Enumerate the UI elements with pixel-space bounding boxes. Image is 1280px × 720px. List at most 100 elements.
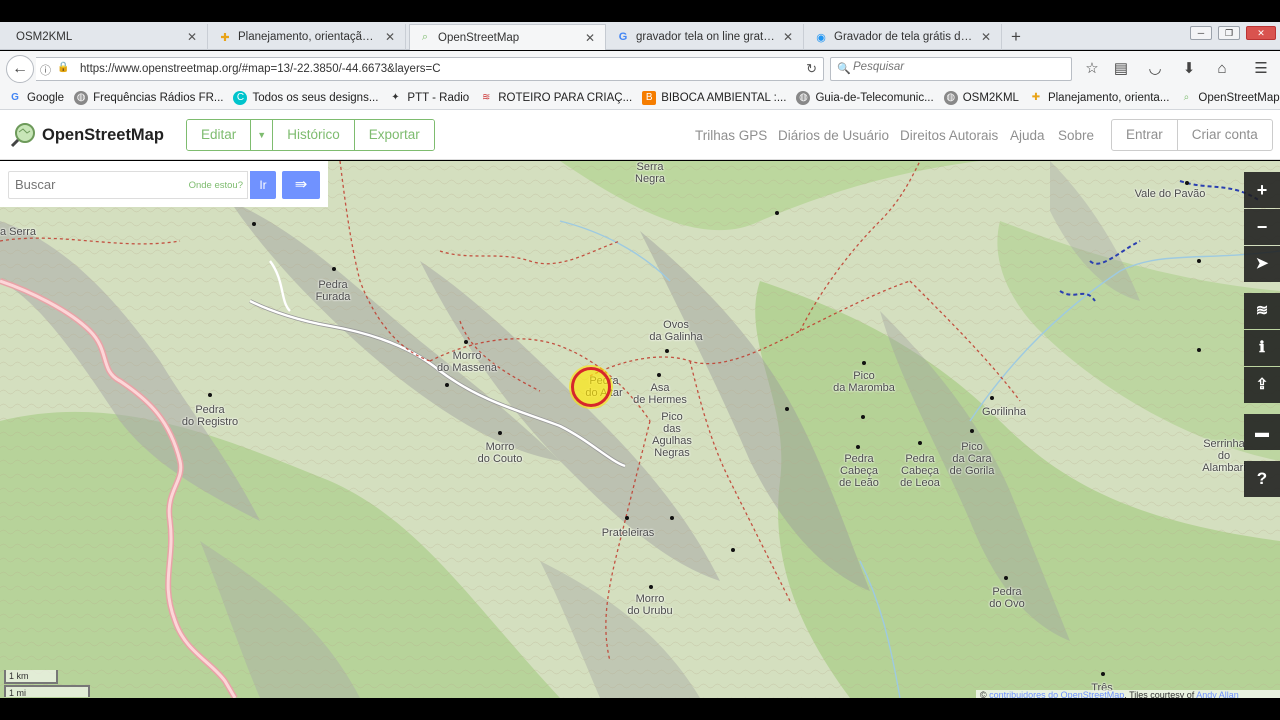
map-key-button[interactable]: ℹ bbox=[1244, 330, 1280, 366]
canva-icon: C bbox=[233, 90, 248, 105]
map-label-vale-do-pavao: Vale do Pavão bbox=[1134, 188, 1206, 200]
bookmark-ptt-radio[interactable]: ✦ PTT - Radio bbox=[388, 91, 469, 105]
peak-marker bbox=[785, 407, 789, 411]
minus-icon: − bbox=[1256, 217, 1268, 237]
globe-icon: ◍ bbox=[74, 90, 89, 105]
link-about[interactable]: Sobre bbox=[1058, 128, 1094, 143]
tab-gravador[interactable]: G gravador tela on line gratis - ✕ bbox=[608, 24, 804, 50]
export-button[interactable]: Exportar bbox=[354, 120, 434, 150]
map-label-gorilinha: Gorilinha bbox=[981, 406, 1027, 418]
bookmark-guia-telecom[interactable]: ◍ Guia-de-Telecomunic... bbox=[796, 90, 934, 105]
bookmark-planejamento[interactable]: ✚ Planejamento, orienta... bbox=[1029, 91, 1170, 105]
osm-logo-icon[interactable] bbox=[10, 122, 36, 148]
bookmark-label: PTT - Radio bbox=[407, 91, 470, 104]
bookmark-google[interactable]: G Google bbox=[8, 91, 64, 105]
menu-icon[interactable]: ☰ bbox=[1252, 60, 1270, 78]
directions-icon: ⇛ bbox=[294, 176, 308, 193]
close-icon[interactable]: ✕ bbox=[979, 30, 993, 44]
edit-button[interactable]: Editar bbox=[187, 120, 252, 150]
share-button[interactable]: ⇪ bbox=[1244, 367, 1280, 403]
map-canvas[interactable]: Serra Negra Vale do Pavão a Serra Pedra … bbox=[0, 161, 1280, 698]
close-icon[interactable]: ✕ bbox=[583, 31, 597, 45]
directions-button[interactable]: ⇛ bbox=[282, 171, 320, 199]
browser-search-input[interactable] bbox=[853, 61, 1063, 73]
tab-title: Planejamento, orientação e n bbox=[238, 31, 379, 43]
tab-title: OpenStreetMap bbox=[438, 31, 520, 44]
login-button[interactable]: Entrar bbox=[1112, 120, 1178, 150]
edit-button-group: Editar ▼ Histórico Exportar bbox=[186, 119, 435, 151]
scale-km: 1 km bbox=[4, 670, 58, 684]
map-label-a-serra: a Serra bbox=[0, 226, 37, 238]
map-label-morro-do-massena: Morro do Massena bbox=[437, 350, 497, 374]
close-window-button[interactable]: ✕ bbox=[1246, 26, 1276, 40]
attribution-link[interactable]: contribuidores do OpenStreetMap bbox=[989, 690, 1124, 698]
bookmark-label: Guia-de-Telecomunic... bbox=[815, 91, 934, 104]
minimize-button[interactable]: ─ bbox=[1190, 26, 1212, 40]
peak-marker bbox=[731, 548, 735, 552]
zoom-in-button[interactable]: + bbox=[1244, 172, 1280, 208]
reading-list-icon[interactable]: ▤ bbox=[1112, 60, 1130, 78]
search-input[interactable] bbox=[15, 177, 175, 192]
signup-button[interactable]: Criar conta bbox=[1178, 120, 1272, 150]
bookmark-biboca[interactable]: B BIBOCA AMBIENTAL :... bbox=[642, 90, 787, 105]
url-bar[interactable]: ⓘ 🔒 https://www.openstreetmap.org/#map=1… bbox=[36, 57, 824, 81]
map-label-pico-da-maromba: Pico da Maromba bbox=[833, 370, 895, 394]
pocket-icon[interactable]: ◡ bbox=[1146, 60, 1164, 78]
peak-marker bbox=[649, 585, 653, 589]
tab-apowersoft[interactable]: ◉ Gravador de tela grátis da Ap ✕ bbox=[806, 24, 1002, 50]
go-button[interactable]: Ir bbox=[250, 171, 276, 199]
map-label-ovos-da-galinha: Ovos da Galinha bbox=[649, 319, 703, 343]
chevron-down-icon[interactable]: ▼ bbox=[251, 120, 274, 150]
browser-search-bar[interactable]: 🔍 bbox=[830, 57, 1072, 81]
attribution-suffix: . Tiles courtesy of bbox=[1124, 690, 1197, 698]
bookmark-canva[interactable]: C Todos os seus designs... bbox=[233, 90, 378, 105]
attribution-link-tiles[interactable]: Andy Allan bbox=[1196, 690, 1239, 698]
peak-marker bbox=[918, 441, 922, 445]
map-label-morro-do-urubu: Morro do Urubu bbox=[627, 593, 673, 617]
apowersoft-favicon-icon: ◉ bbox=[816, 31, 826, 44]
peak-marker bbox=[332, 267, 336, 271]
close-icon[interactable]: ✕ bbox=[185, 30, 199, 44]
map-scale: 1 km 1 mi bbox=[4, 670, 90, 698]
back-button[interactable]: ← bbox=[6, 55, 34, 83]
star-icon[interactable]: ☆ bbox=[1083, 60, 1101, 78]
map-label-asa-de-hermes: Asa de Hermes bbox=[633, 382, 687, 406]
zoom-out-button[interactable]: − bbox=[1244, 209, 1280, 245]
location-arrow-icon: ➤ bbox=[1255, 255, 1269, 272]
tab-osm2kml[interactable]: OSM2KML ✕ bbox=[8, 24, 208, 50]
osm-icon: ⌕ bbox=[1183, 92, 1190, 103]
link-help[interactable]: Ajuda bbox=[1010, 128, 1045, 143]
layers-button[interactable]: ≋ bbox=[1244, 293, 1280, 329]
add-note-button[interactable]: ▬ bbox=[1244, 414, 1280, 450]
close-icon[interactable]: ✕ bbox=[781, 30, 795, 44]
tab-planejamento[interactable]: ✚ Planejamento, orientação e n ✕ bbox=[210, 24, 406, 50]
home-icon[interactable]: ⌂ bbox=[1213, 60, 1231, 78]
tab-openstreetmap[interactable]: ⌕ OpenStreetMap ✕ bbox=[409, 24, 606, 50]
bookmark-roteiro[interactable]: ≋ ROTEIRO PARA CRIAÇ... bbox=[479, 91, 632, 105]
bookmark-openstreetmap[interactable]: ⌕ OpenStreetMap | Expo... bbox=[1179, 91, 1280, 105]
url-text[interactable]: https://www.openstreetmap.org/#map=13/-2… bbox=[80, 63, 441, 75]
bookmark-osm2kml[interactable]: ◍ OSM2KML bbox=[943, 90, 1019, 105]
peak-marker bbox=[445, 383, 449, 387]
reload-icon[interactable]: ↻ bbox=[806, 61, 817, 77]
where-am-i-link[interactable]: Onde estou? bbox=[189, 180, 243, 191]
map-icon: ≋ bbox=[482, 92, 491, 103]
peak-marker bbox=[464, 340, 468, 344]
info-icon[interactable]: ⓘ bbox=[40, 62, 51, 78]
download-icon[interactable]: ⬇ bbox=[1180, 60, 1198, 78]
peak-marker bbox=[1004, 576, 1008, 580]
bookmark-label: BIBOCA AMBIENTAL :... bbox=[661, 91, 787, 104]
locate-button[interactable]: ➤ bbox=[1244, 246, 1280, 282]
history-button[interactable]: Histórico bbox=[273, 120, 355, 150]
link-gps-traces[interactable]: Trilhas GPS bbox=[695, 128, 767, 143]
link-copyright[interactable]: Direitos Autorais bbox=[900, 128, 998, 143]
link-user-diaries[interactable]: Diários de Usuário bbox=[778, 128, 889, 143]
new-tab-button[interactable]: + bbox=[1004, 26, 1028, 48]
bookmark-frequencias[interactable]: ◍ Frequências Rádios FR... bbox=[74, 90, 223, 105]
query-features-button[interactable]: ? bbox=[1244, 461, 1280, 497]
osm-site-title[interactable]: OpenStreetMap bbox=[42, 126, 164, 145]
close-icon[interactable]: ✕ bbox=[383, 30, 397, 44]
restore-button[interactable]: ❐ bbox=[1218, 26, 1240, 40]
map-label-pedra-cabeca-de-leao: Pedra Cabeça de Leão bbox=[839, 453, 879, 489]
bookmark-label: Google bbox=[27, 91, 65, 104]
